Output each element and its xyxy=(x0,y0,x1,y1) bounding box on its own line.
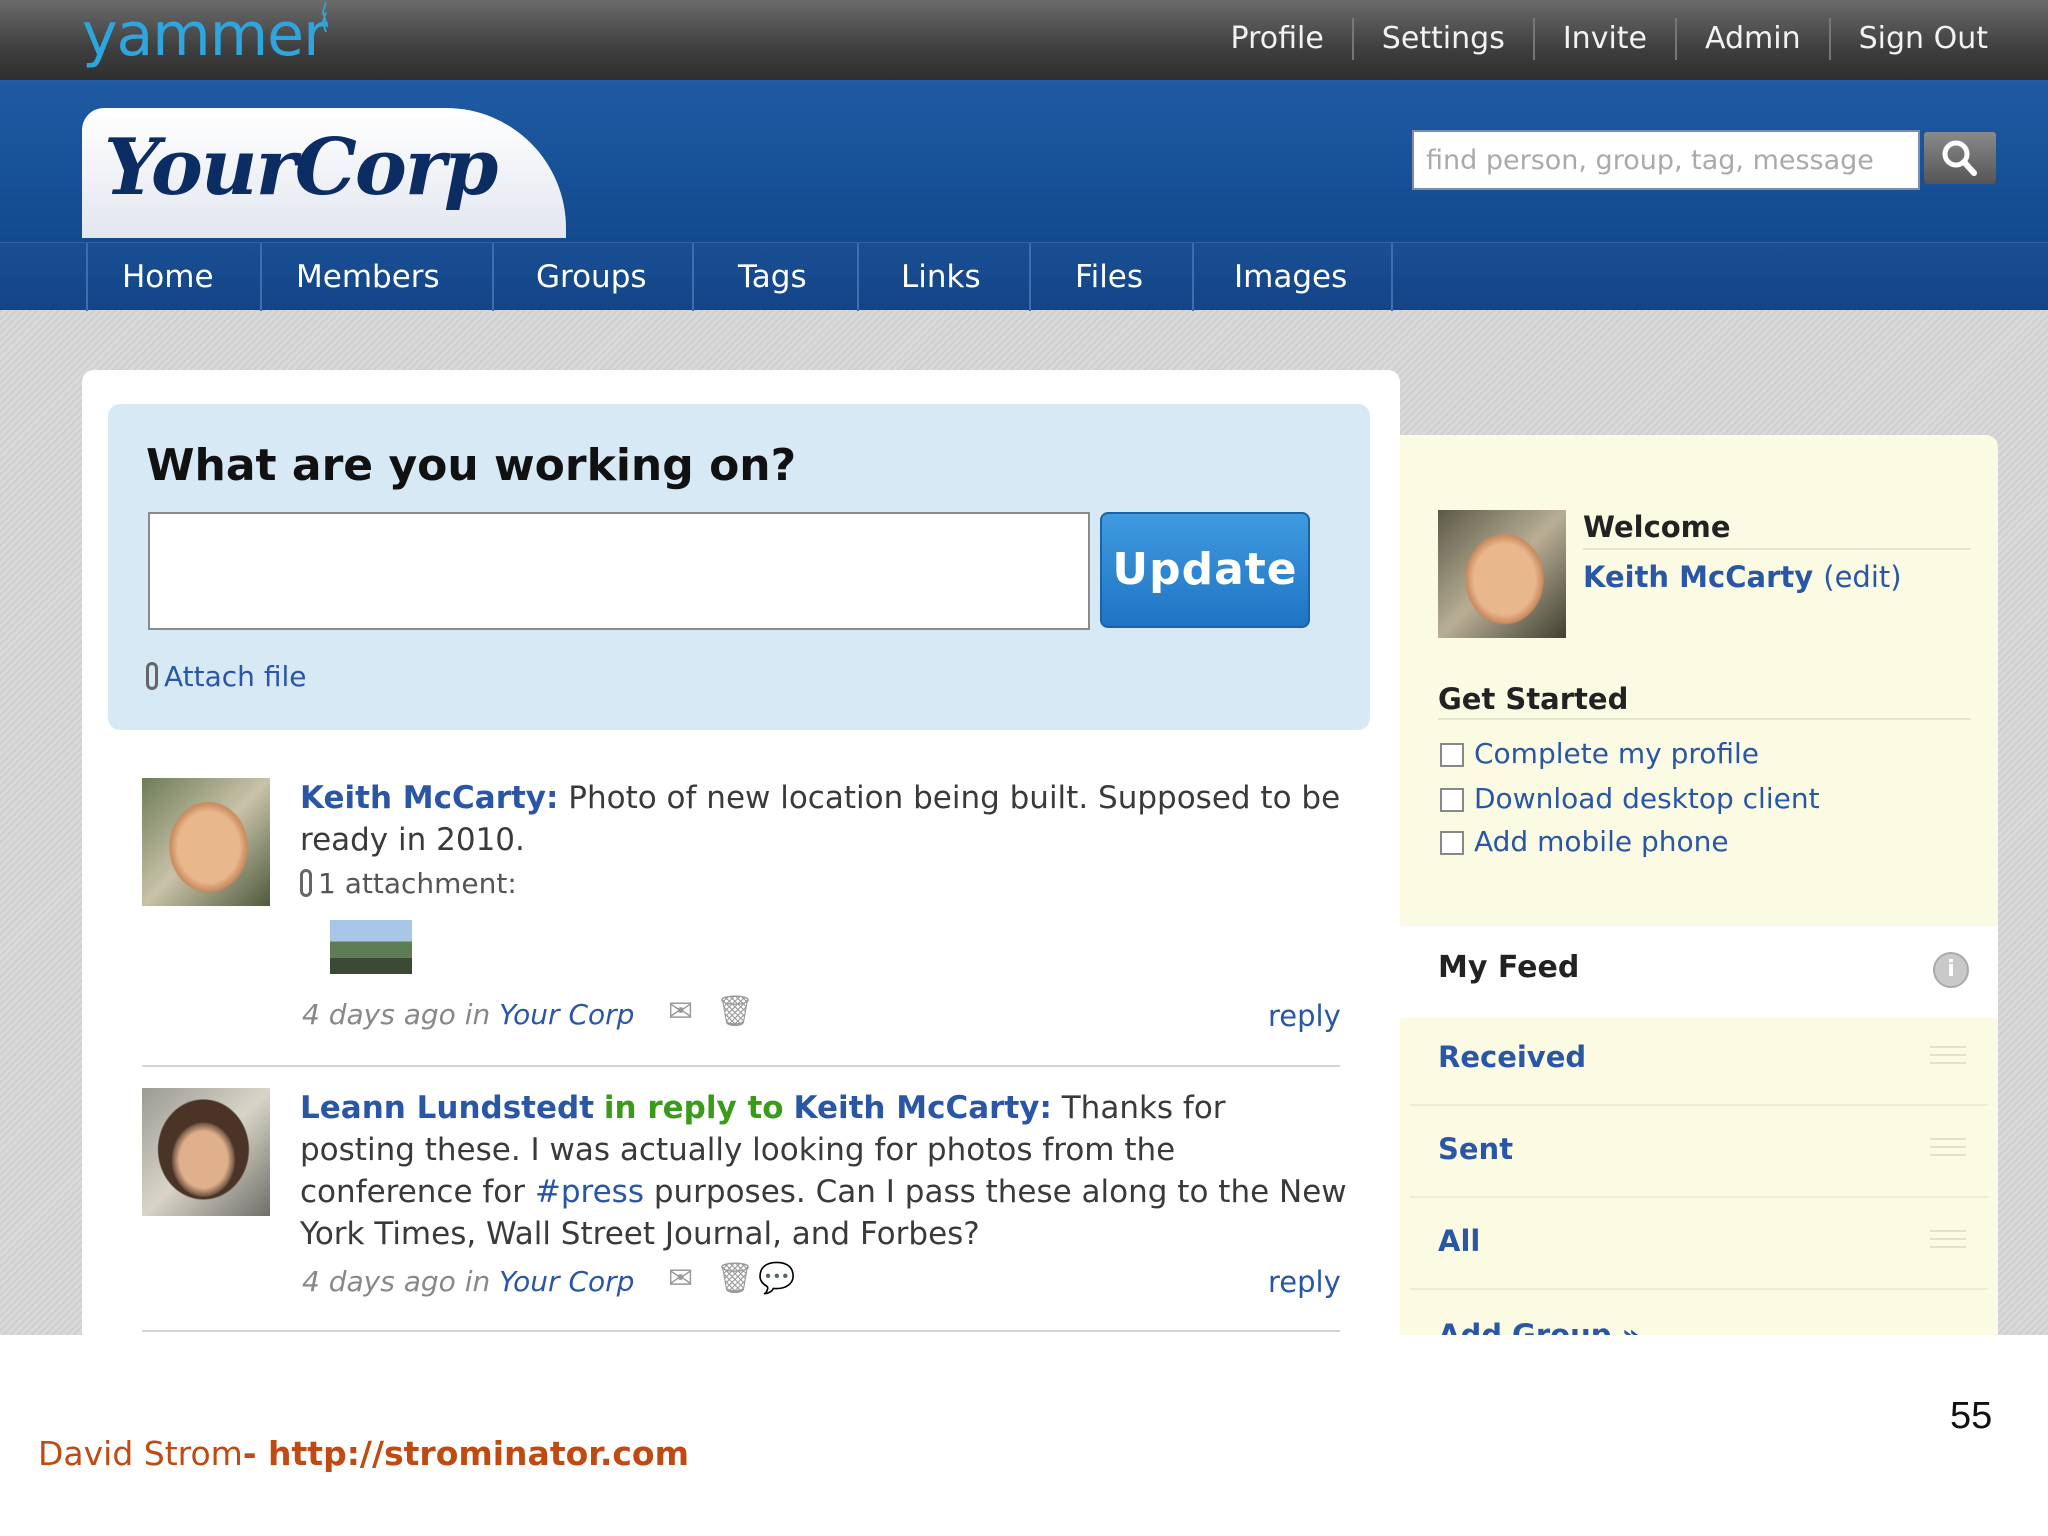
trash-icon[interactable]: 🗑 xyxy=(716,1261,754,1296)
avatar[interactable] xyxy=(142,1088,270,1216)
sign-out-link[interactable]: Sign Out xyxy=(1828,18,2016,60)
edit-profile-link[interactable]: (edit) xyxy=(1823,560,1901,594)
attach-file-link[interactable]: Attach file xyxy=(146,660,306,693)
add-group-link[interactable]: Add Group » xyxy=(1438,1318,1640,1335)
feed-label[interactable]: Sent xyxy=(1438,1132,1513,1166)
task-complete-profile[interactable]: Complete my profile xyxy=(1440,737,1759,770)
divider xyxy=(1583,548,1971,550)
post-group-link[interactable]: Your Corp xyxy=(499,1265,634,1298)
post-time: 4 days ago xyxy=(302,1265,456,1298)
user-name-link: Keith McCarty (edit) xyxy=(1583,560,1902,594)
nav-files[interactable]: Files xyxy=(1031,243,1194,311)
top-bar: yammer ⟨ ⟨ Profile Settings Invite Admin … xyxy=(0,0,2048,80)
attach-file-label: Attach file xyxy=(164,660,307,693)
nav-images[interactable]: Images xyxy=(1194,243,1393,311)
nav-home[interactable]: Home xyxy=(88,243,262,311)
update-button[interactable]: Update xyxy=(1100,512,1310,628)
drag-handle-icon[interactable] xyxy=(1930,1046,1966,1070)
reply-target[interactable]: Keith McCarty: xyxy=(793,1090,1051,1126)
task-label[interactable]: Download desktop client xyxy=(1474,782,1820,815)
admin-link[interactable]: Admin xyxy=(1675,18,1829,60)
signal-waves-icon: ⟨ ⟨ xyxy=(320,0,329,35)
attachment-label: 1 attachment: xyxy=(318,867,517,900)
feed-sent[interactable]: Sent xyxy=(1410,1108,1988,1198)
network-header: YourCorp xyxy=(0,80,2048,242)
paperclip-icon xyxy=(300,869,312,897)
attachment-line: 1 attachment: xyxy=(300,863,517,905)
settings-link[interactable]: Settings xyxy=(1351,18,1533,60)
credit-url[interactable]: - http://strominator.com xyxy=(243,1434,689,1473)
nav-groups[interactable]: Groups xyxy=(494,243,694,311)
in-reply-to-label: in reply to xyxy=(603,1090,784,1126)
yammer-screenshot: yammer ⟨ ⟨ Profile Settings Invite Admin … xyxy=(0,0,2048,1335)
checkbox[interactable] xyxy=(1440,831,1464,855)
post-meta: 4 days ago in Your Corp xyxy=(302,998,634,1031)
task-download-client[interactable]: Download desktop client xyxy=(1440,782,1820,815)
credit-line: David Strom- http://strominator.com xyxy=(38,1434,689,1473)
drag-handle-icon[interactable] xyxy=(1930,1138,1966,1162)
drag-handle-icon[interactable] xyxy=(1930,1230,1966,1254)
hashtag-link[interactable]: #press xyxy=(535,1174,644,1210)
feed-all[interactable]: All xyxy=(1410,1200,1988,1290)
post-author[interactable]: Leann Lundstedt xyxy=(300,1090,594,1126)
post-in: in xyxy=(464,998,491,1031)
search-input[interactable] xyxy=(1414,132,1918,188)
search-button[interactable] xyxy=(1924,132,1996,184)
post-divider xyxy=(142,1330,1340,1332)
credit-name: David Strom xyxy=(38,1434,243,1473)
welcome-label: Welcome xyxy=(1583,510,1731,544)
post-body: Leann Lundstedt in reply to Keith McCart… xyxy=(300,1087,1350,1255)
network-name[interactable]: YourCorp xyxy=(104,122,498,213)
conversation-icon[interactable]: 💬 xyxy=(758,1261,795,1296)
nav-tags[interactable]: Tags xyxy=(694,243,859,311)
nav-links[interactable]: Links xyxy=(859,243,1031,311)
search-icon xyxy=(1942,140,1977,176)
invite-link[interactable]: Invite xyxy=(1532,18,1675,60)
avatar[interactable] xyxy=(142,778,270,906)
reply-link[interactable]: reply xyxy=(1268,999,1341,1033)
feed-received[interactable]: Received xyxy=(1410,1016,1988,1106)
mail-icon[interactable]: ✉ xyxy=(668,1261,693,1296)
composer-prompt: What are you working on? xyxy=(146,440,797,491)
post-group-link[interactable]: Your Corp xyxy=(499,998,634,1031)
profile-link[interactable]: Profile xyxy=(1203,18,1352,60)
reply-link[interactable]: reply xyxy=(1268,1265,1341,1299)
task-label[interactable]: Complete my profile xyxy=(1474,737,1759,770)
post-divider xyxy=(142,1065,1340,1067)
checkbox[interactable] xyxy=(1440,788,1464,812)
post-author[interactable]: Keith McCarty: xyxy=(300,780,558,816)
account-links: Profile Settings Invite Admin Sign Out xyxy=(1203,18,2017,60)
info-icon[interactable]: i xyxy=(1933,952,1969,988)
post-body: Keith McCarty: Photo of new location bei… xyxy=(300,777,1350,861)
feed-label[interactable]: All xyxy=(1438,1224,1480,1258)
get-started-heading: Get Started xyxy=(1438,682,1629,716)
feed-label[interactable]: Received xyxy=(1438,1040,1586,1074)
attachment-thumbnail[interactable] xyxy=(330,920,412,974)
post-time: 4 days ago xyxy=(302,998,456,1031)
slide-number: 55 xyxy=(1950,1395,1993,1437)
search-field[interactable] xyxy=(1412,130,1920,190)
divider xyxy=(1438,718,1971,720)
avatar[interactable] xyxy=(1438,510,1566,638)
my-feed-title: My Feed xyxy=(1438,950,1580,985)
checkbox[interactable] xyxy=(1440,743,1464,767)
user-name[interactable]: Keith McCarty xyxy=(1583,560,1813,594)
mail-icon[interactable]: ✉ xyxy=(668,994,693,1029)
post-meta: 4 days ago in Your Corp xyxy=(302,1265,634,1298)
paperclip-icon xyxy=(146,662,158,690)
trash-icon[interactable]: 🗑 xyxy=(716,994,754,1029)
nav-members[interactable]: Members xyxy=(262,243,494,311)
main-nav: Home Members Groups Tags Links Files Ima… xyxy=(0,242,2048,311)
task-label[interactable]: Add mobile phone xyxy=(1474,825,1729,858)
add-group-label[interactable]: Add Group xyxy=(1438,1318,1612,1335)
yammer-logo[interactable]: yammer xyxy=(82,0,328,70)
status-input[interactable] xyxy=(148,512,1090,630)
task-add-phone[interactable]: Add mobile phone xyxy=(1440,825,1729,858)
post-in: in xyxy=(464,1265,491,1298)
slide: { "topbar": { "logo": "yammer", "links":… xyxy=(0,0,2048,1536)
